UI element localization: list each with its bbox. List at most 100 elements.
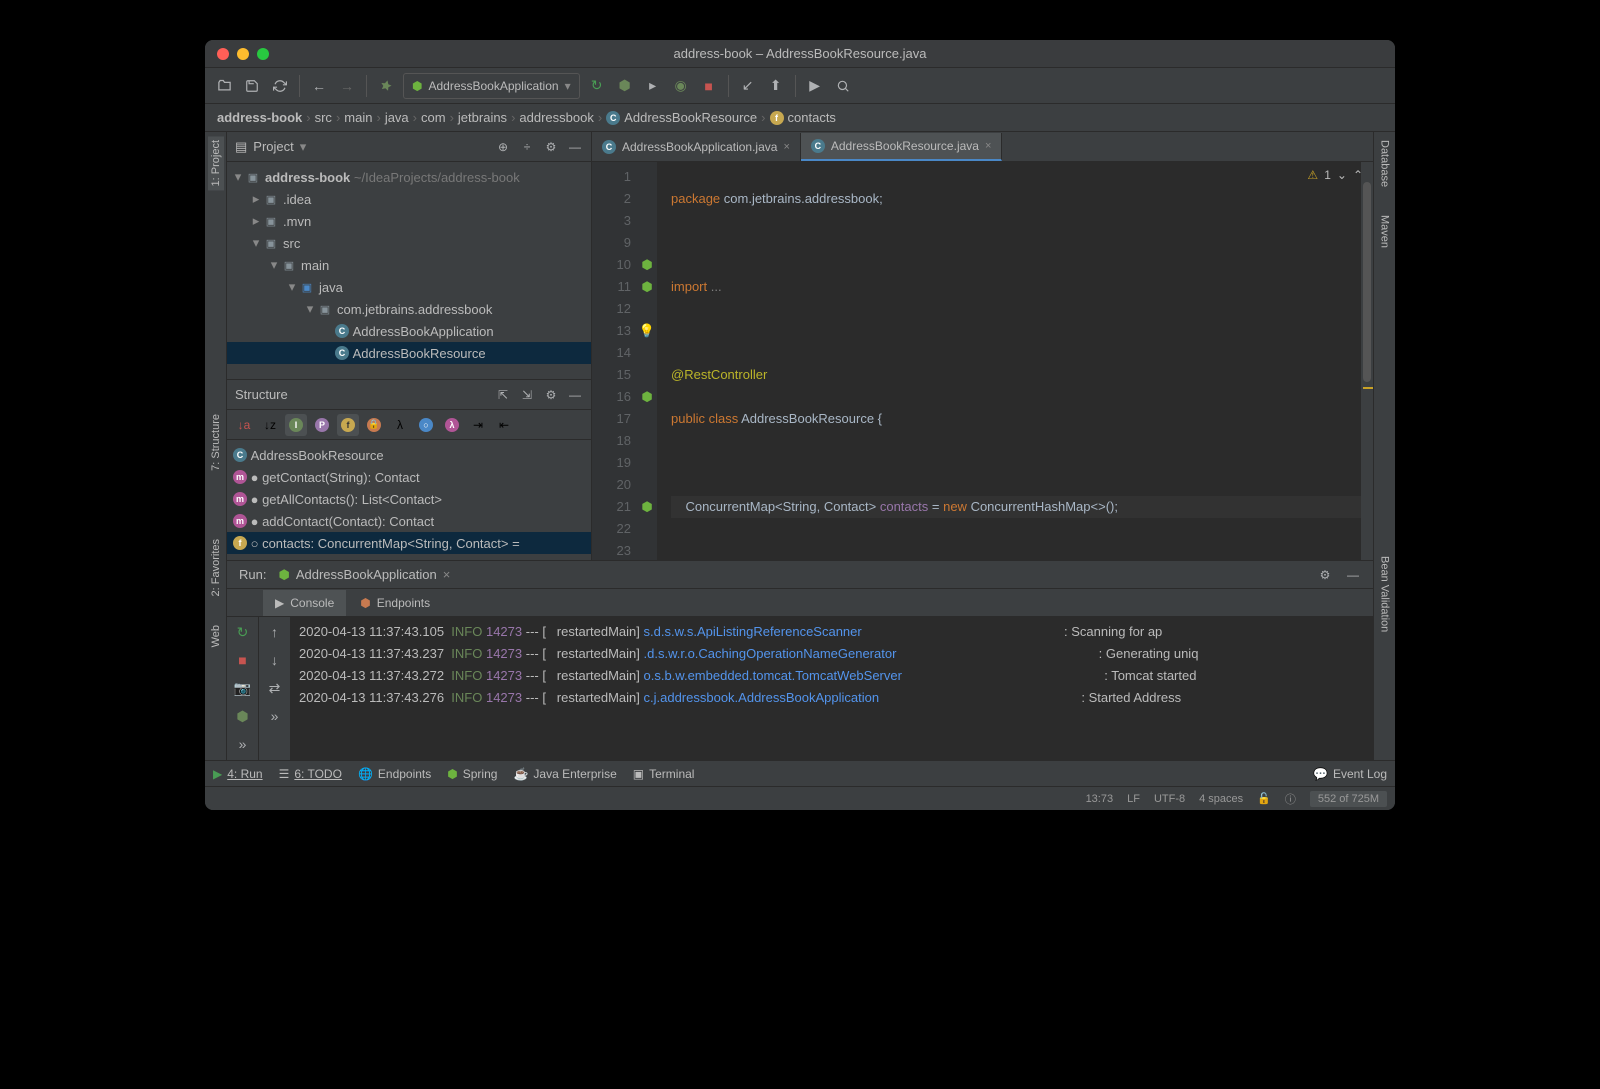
warning-marker[interactable] bbox=[1363, 387, 1373, 389]
rail-database[interactable]: Database bbox=[1377, 136, 1393, 191]
sort-alpha-icon[interactable]: ↓a bbox=[233, 414, 255, 436]
expand-all-icon[interactable]: ⇱ bbox=[495, 387, 511, 403]
spring-gutter-icon[interactable]: ⬢ bbox=[637, 254, 657, 276]
status-encoding[interactable]: UTF-8 bbox=[1154, 793, 1185, 805]
sort-visibility-icon[interactable]: ↓z bbox=[259, 414, 281, 436]
tree-row[interactable]: f ○ contacts: ConcurrentMap<String, Cont… bbox=[227, 532, 591, 554]
close-window-button[interactable] bbox=[217, 48, 229, 60]
breadcrumb-item[interactable]: main bbox=[344, 110, 372, 125]
hide-icon[interactable]: — bbox=[567, 139, 583, 155]
footer-spring[interactable]: ⬢Spring bbox=[447, 767, 497, 781]
editor-tab[interactable]: C AddressBookApplication.java × bbox=[592, 133, 801, 161]
rail-maven[interactable]: Maven bbox=[1377, 211, 1393, 252]
maximize-window-button[interactable] bbox=[257, 48, 269, 60]
expand-arrow[interactable]: ▾ bbox=[249, 235, 263, 251]
lock-icon[interactable]: 🔓 bbox=[1257, 792, 1271, 805]
footer-jee[interactable]: ☕Java Enterprise bbox=[513, 767, 616, 781]
breadcrumb-item[interactable]: com bbox=[421, 110, 446, 125]
status-caret-pos[interactable]: 13:73 bbox=[1086, 793, 1114, 805]
console-output[interactable]: 2020-04-13 11:37:43.105 INFO 14273 --- [… bbox=[291, 617, 1373, 760]
tree-row[interactable]: C AddressBookApplication bbox=[227, 320, 591, 342]
collapse-all-icon[interactable]: ⇲ bbox=[519, 387, 535, 403]
forward-icon[interactable]: → bbox=[336, 75, 358, 97]
expand-arrow[interactable]: ▾ bbox=[231, 169, 245, 185]
inspection-icon[interactable]: ⓘ bbox=[1285, 791, 1296, 807]
breadcrumb-item[interactable]: address-book bbox=[217, 110, 302, 125]
rail-structure[interactable]: 7: Structure bbox=[208, 410, 224, 475]
tree-row[interactable]: m ● addContact(Contact): Contact bbox=[227, 510, 591, 532]
sync-icon[interactable] bbox=[269, 75, 291, 97]
footer-todo[interactable]: ☰6: TODO bbox=[279, 767, 342, 781]
breadcrumb-item[interactable]: f contacts bbox=[770, 110, 836, 125]
endpoints-tab[interactable]: ⬢Endpoints bbox=[348, 590, 442, 616]
run-config-selector[interactable]: ⬢ AddressBookApplication ▾ bbox=[403, 73, 580, 99]
search-icon[interactable] bbox=[832, 75, 854, 97]
gear-icon[interactable]: ⚙ bbox=[543, 139, 559, 155]
footer-terminal[interactable]: ▣Terminal bbox=[633, 767, 695, 781]
spring-gutter-icon[interactable]: ⬢ bbox=[637, 276, 657, 298]
debug-icon[interactable]: ⬢ bbox=[614, 75, 636, 97]
scroll-to-icon[interactable]: ⇥ bbox=[467, 414, 489, 436]
rail-web[interactable]: Web bbox=[208, 621, 224, 651]
close-tab-icon[interactable]: × bbox=[783, 141, 789, 153]
build-icon[interactable] bbox=[375, 75, 397, 97]
update-icon[interactable]: ⬢ bbox=[232, 705, 254, 727]
more-icon[interactable]: » bbox=[264, 705, 286, 727]
footer-endpoints[interactable]: 🌐Endpoints bbox=[358, 767, 431, 781]
editor-tab[interactable]: C AddressBookResource.java × bbox=[801, 133, 1003, 161]
breadcrumb-item[interactable]: src bbox=[315, 110, 332, 125]
filter-anon-icon[interactable]: λ bbox=[389, 414, 411, 436]
chevron-down-icon[interactable]: ⌄ bbox=[1337, 168, 1347, 182]
tree-row[interactable]: ▾▣main bbox=[227, 254, 591, 276]
restart-icon[interactable]: ↻ bbox=[232, 621, 254, 643]
breadcrumb-item[interactable]: jetbrains bbox=[458, 110, 507, 125]
expand-arrow[interactable]: ▾ bbox=[267, 257, 281, 273]
breadcrumb-item[interactable]: java bbox=[385, 110, 409, 125]
filter-lambda2-icon[interactable]: λ bbox=[441, 414, 463, 436]
expand-arrow[interactable]: ▾ bbox=[303, 301, 317, 317]
expand-arrow[interactable]: ▸ bbox=[249, 191, 263, 207]
tree-row[interactable]: ▾▣java bbox=[227, 276, 591, 298]
footer-event-log[interactable]: 💬Event Log bbox=[1313, 767, 1387, 781]
tree-row[interactable]: C AddressBookResource bbox=[227, 342, 591, 364]
tree-row[interactable]: ▸▣.idea bbox=[227, 188, 591, 210]
more-icon[interactable]: » bbox=[232, 733, 254, 755]
status-memory[interactable]: 552 of 725M bbox=[1310, 791, 1387, 807]
camera-icon[interactable]: 📷 bbox=[232, 677, 254, 699]
rail-bean[interactable]: Bean Validation bbox=[1377, 552, 1393, 636]
wrap-icon[interactable]: ⇄ bbox=[264, 677, 286, 699]
scroll-from-icon[interactable]: ⇤ bbox=[493, 414, 515, 436]
minimize-window-button[interactable] bbox=[237, 48, 249, 60]
status-line-ending[interactable]: LF bbox=[1127, 793, 1140, 805]
filter-fields-icon[interactable]: f bbox=[337, 414, 359, 436]
filter-properties-icon[interactable]: P bbox=[311, 414, 333, 436]
footer-run[interactable]: ▶4: Run bbox=[213, 767, 263, 781]
open-icon[interactable] bbox=[213, 75, 235, 97]
console-tab[interactable]: ▶Console bbox=[263, 590, 346, 616]
up-icon[interactable]: ↑ bbox=[264, 621, 286, 643]
chevron-down-icon[interactable]: ▾ bbox=[300, 139, 307, 155]
save-icon[interactable] bbox=[241, 75, 263, 97]
tree-row[interactable]: C AddressBookResource bbox=[227, 444, 591, 466]
filter-lambda-icon[interactable]: ○ bbox=[415, 414, 437, 436]
stop-icon[interactable]: ■ bbox=[698, 75, 720, 97]
breadcrumb-item[interactable]: C AddressBookResource bbox=[606, 110, 757, 125]
status-indent[interactable]: 4 spaces bbox=[1199, 793, 1243, 805]
gear-icon[interactable]: ⚙ bbox=[543, 387, 559, 403]
target-icon[interactable]: ⊕ bbox=[495, 139, 511, 155]
code-editor[interactable]: 12391011121314151617181920212223 ⬢ ⬢ 💡 ⬢… bbox=[592, 162, 1373, 560]
tree-row[interactable]: ▾▣com.jetbrains.addressbook bbox=[227, 298, 591, 320]
editor-scrollbar[interactable] bbox=[1361, 162, 1373, 560]
coverage-icon[interactable]: ▸ bbox=[642, 75, 664, 97]
editor-inspection-status[interactable]: ⚠ 1 ⌄ ⌃ bbox=[1307, 168, 1363, 182]
gear-icon[interactable]: ⚙ bbox=[1317, 567, 1333, 583]
tree-row[interactable]: ▾▣src bbox=[227, 232, 591, 254]
hide-icon[interactable]: — bbox=[1345, 567, 1361, 583]
down-icon[interactable]: ↓ bbox=[264, 649, 286, 671]
vcs-update-icon[interactable]: ↙ bbox=[737, 75, 759, 97]
tree-row[interactable]: m ● getContact(String): Contact bbox=[227, 466, 591, 488]
close-tab-icon[interactable]: × bbox=[985, 140, 991, 152]
filter-locked-icon[interactable]: 🔒 bbox=[363, 414, 385, 436]
stop-icon[interactable]: ■ bbox=[232, 649, 254, 671]
filter-inherited-icon[interactable]: I bbox=[285, 414, 307, 436]
